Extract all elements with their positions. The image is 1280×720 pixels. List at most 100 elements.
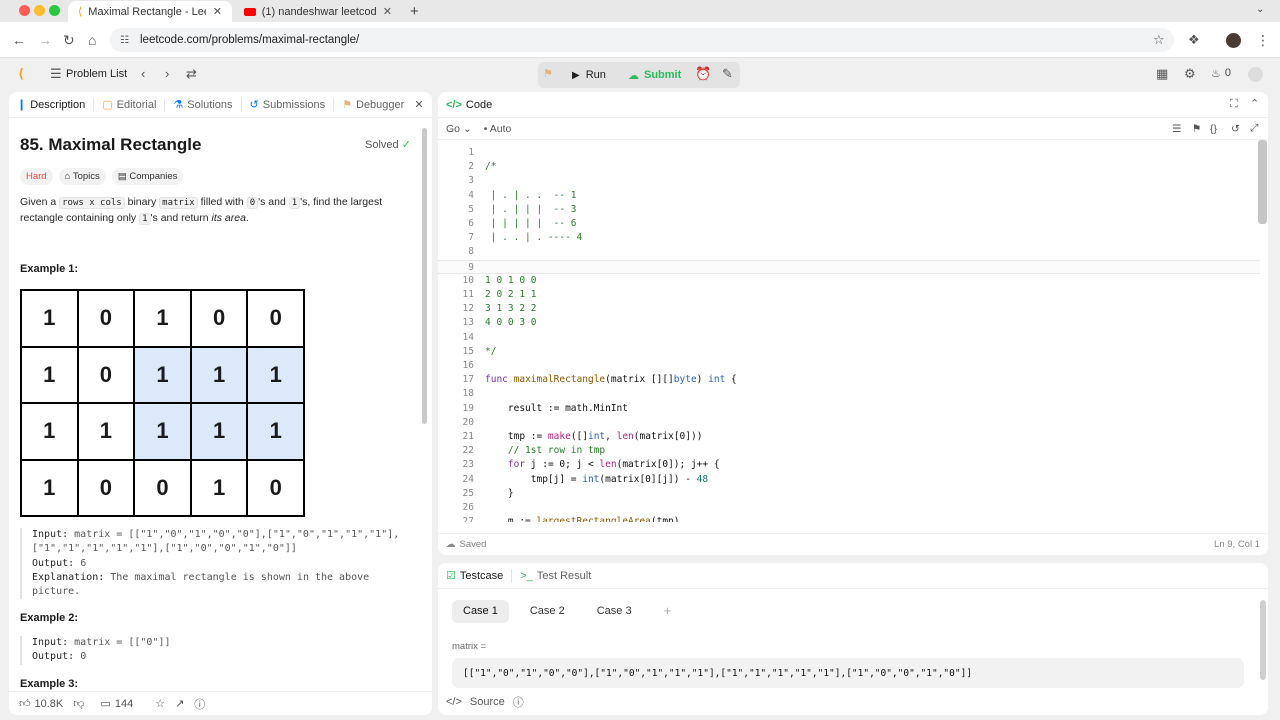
companies-chip[interactable]: ▤ Companies (111, 168, 184, 185)
testcase-scrollbar[interactable] (1260, 600, 1266, 680)
profile-avatar[interactable] (1226, 33, 1241, 48)
tab-test-result[interactable]: >_ Test Result (512, 569, 599, 583)
browser-tab-youtube[interactable]: (1) nandeshwar leetcode - YouTube ✕ (234, 1, 402, 22)
code-line[interactable]: 26 (438, 501, 1260, 515)
run-button[interactable]: ▶ Run (566, 62, 612, 88)
browser-menu-icon[interactable]: ⋮ (1256, 32, 1270, 48)
notes-icon[interactable]: ✎ (722, 66, 733, 82)
settings-gear-icon[interactable]: ⚙ (1184, 66, 1196, 82)
code-line[interactable]: 3 (438, 174, 1260, 188)
submit-button[interactable]: ☁ Submit (622, 62, 687, 88)
back-arrow-icon[interactable]: ← (12, 32, 26, 48)
code-line[interactable]: 2 /* (438, 160, 1260, 174)
dislike-icon[interactable]: 👎︎ (73, 697, 84, 710)
matrix-cell: 0 (77, 290, 135, 347)
code-line[interactable]: 8 (438, 245, 1260, 259)
random-problem-icon[interactable]: ⇄ (186, 66, 197, 82)
debug-bug-icon[interactable]: ⚑ (543, 66, 553, 82)
layout-icon[interactable]: ▦ (1156, 66, 1168, 82)
forward-arrow-icon[interactable]: → (38, 32, 52, 48)
close-tab-icon[interactable]: ✕ (213, 5, 222, 18)
leetcode-logo-icon[interactable]: ⟨ (18, 66, 24, 82)
tab-testcase[interactable]: ☑ Testcase (438, 568, 513, 583)
code-line[interactable]: 4 | . | . . -- 1 (438, 189, 1260, 203)
code-line[interactable]: 13 4 0 0 3 0 (438, 316, 1260, 330)
home-icon[interactable]: ⌂ (88, 32, 96, 48)
collapse-icon[interactable]: ⌃ (1250, 97, 1259, 110)
expand-icon[interactable]: ⤢ (1250, 122, 1258, 135)
language-select[interactable]: Go ⌄ (446, 123, 472, 135)
tab-submissions[interactable]: ↺ Submissions (242, 97, 335, 112)
favorite-star-icon[interactable]: ☆ (155, 697, 165, 710)
code-line[interactable]: 14 (438, 331, 1260, 345)
maximize-icon[interactable]: ⛶ (1230, 98, 1238, 111)
reload-icon[interactable]: ↻ (63, 32, 75, 48)
code-line[interactable]: 10 1 0 1 0 0 (438, 274, 1260, 288)
code-line[interactable]: 16 (438, 359, 1260, 373)
timer-icon[interactable]: ⏰ (695, 66, 711, 82)
new-tab-icon[interactable]: + (410, 3, 419, 20)
braces-icon[interactable]: {} (1210, 123, 1217, 135)
code-line[interactable]: 24 tmp[j] = int(matrix[0][j]) - 48 (438, 473, 1260, 487)
format-icon[interactable]: ☰ (1172, 123, 1181, 135)
tab-code[interactable]: </> Code (438, 98, 500, 112)
code-line[interactable]: 7 | . . | . ---- 4 (438, 231, 1260, 245)
help-icon[interactable]: ⓘ (194, 696, 205, 712)
bookmark-icon[interactable]: ⚑ (1192, 123, 1201, 135)
code-editor[interactable]: 1 2/* 3 4 | . | . . -- 15 | . | | | -- 36 |… (438, 142, 1260, 522)
close-window-button[interactable] (19, 5, 30, 16)
code-line[interactable]: 25 } (438, 487, 1260, 501)
case-tab-2[interactable]: Case 2 (519, 600, 576, 623)
reset-code-icon[interactable]: ↺ (1231, 123, 1240, 135)
bookmark-star-icon[interactable]: ☆ (1153, 32, 1165, 48)
add-case-icon[interactable]: + (653, 600, 683, 623)
editor-scrollbar[interactable] (1258, 140, 1267, 224)
code-line[interactable]: 22 // 1st row in tmp (438, 444, 1260, 458)
site-info-icon[interactable]: ☷ (120, 35, 129, 46)
tab-search-chevron-icon[interactable]: ⌄ (1256, 4, 1264, 15)
user-avatar[interactable] (1248, 67, 1263, 82)
next-problem-icon[interactable]: › (165, 66, 169, 82)
code-line[interactable]: 15 */ (438, 345, 1260, 359)
code-line[interactable]: 9 (438, 259, 1260, 274)
source-link[interactable]: Source (470, 696, 505, 708)
tab-solutions[interactable]: ⚗ Solutions (165, 97, 242, 112)
like-button[interactable]: 👍︎ 10.8K (19, 697, 63, 711)
close-tab-icon[interactable]: ✕ (383, 5, 392, 18)
maximize-window-button[interactable] (49, 5, 60, 16)
code-line[interactable]: 20 (438, 416, 1260, 430)
code-line[interactable]: 21 tmp := make([]int, len(matrix[0])) (438, 430, 1260, 444)
topics-chip[interactable]: ⌂ Topics (58, 168, 106, 185)
code-line[interactable]: 23 for j := 0; j < len(matrix[0]); j++ { (438, 458, 1260, 472)
code-line[interactable]: 5 | . | | | -- 3 (438, 203, 1260, 217)
tab-editorial[interactable]: ▢ Editorial (94, 97, 166, 112)
code-line[interactable]: 27 m := largestRectangleArea(tmp) (438, 515, 1260, 522)
code-line[interactable]: 1 (438, 146, 1260, 160)
code-line[interactable]: 12 3 1 3 2 2 (438, 302, 1260, 316)
problem-list-link[interactable]: Problem List (66, 66, 127, 82)
streak-counter[interactable]: ♨ 0 (1211, 67, 1231, 80)
case-tab-1[interactable]: Case 1 (452, 600, 509, 623)
code-line[interactable]: 11 2 0 2 1 1 (438, 288, 1260, 302)
url-field[interactable]: ☷ leetcode.com/problems/maximal-rectangl… (110, 28, 1174, 52)
prev-problem-icon[interactable]: ‹ (141, 66, 145, 82)
param-input[interactable]: [["1","0","1","0","0"],["1","0","1","1",… (452, 658, 1244, 688)
share-icon[interactable]: ↗ (175, 697, 184, 710)
play-icon: ▶ (572, 69, 580, 81)
close-debugger-icon[interactable]: ✕ (414, 98, 423, 111)
description-scrollbar[interactable] (422, 128, 427, 424)
autocomplete-mode[interactable]: • Auto (484, 123, 512, 135)
case-tab-3[interactable]: Case 3 (586, 600, 643, 623)
tab-description[interactable]: ❙ Description (9, 97, 95, 112)
testcase-footer: </> Source ⓘ (438, 689, 1268, 715)
comments-button[interactable]: ▭ 144 (100, 697, 133, 711)
extensions-icon[interactable]: ❖ (1188, 32, 1200, 48)
tab-debugger[interactable]: ⚑ Debugger ✕ (334, 98, 431, 112)
code-line[interactable]: 6 | | | | | -- 6 (438, 217, 1260, 231)
help-icon[interactable]: ⓘ (513, 694, 524, 710)
code-line[interactable]: 17 func maximalRectangle(matrix [][]byte)… (438, 373, 1260, 387)
minimize-window-button[interactable] (34, 5, 45, 16)
browser-tab-leetcode[interactable]: ⟨ Maximal Rectangle - LeetCode ✕ (68, 1, 232, 22)
code-line[interactable]: 19 result := math.MinInt (438, 402, 1260, 416)
code-line[interactable]: 18 (438, 387, 1260, 401)
